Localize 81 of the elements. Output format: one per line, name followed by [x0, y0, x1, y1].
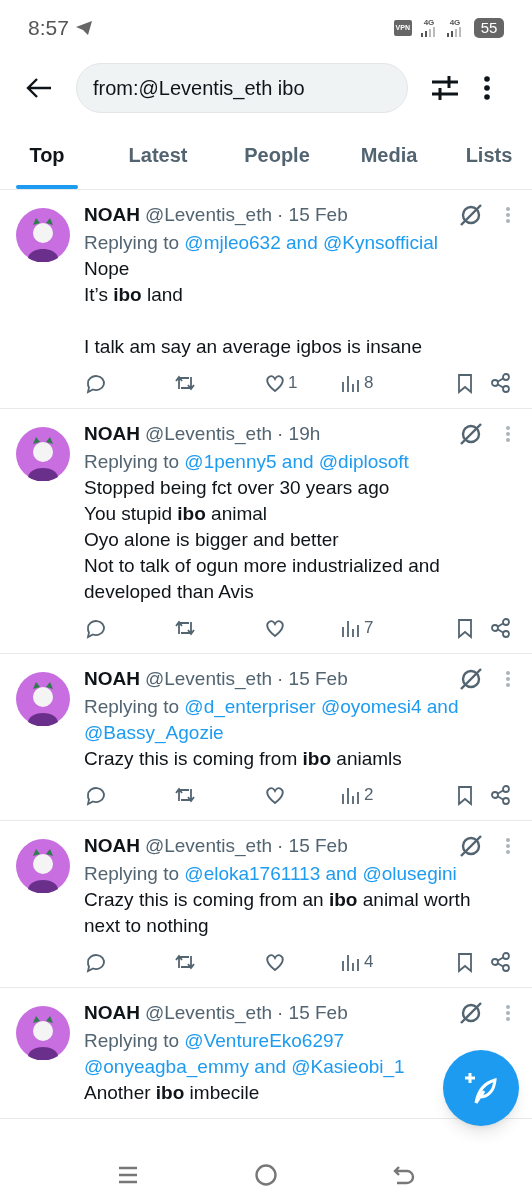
author-name[interactable]: NOAH [84, 200, 140, 230]
author-handle[interactable]: @Leventis_eth [144, 998, 272, 1028]
share-icon [490, 617, 512, 639]
compose-button[interactable] [443, 1050, 519, 1126]
slashed-circle-icon[interactable] [458, 421, 484, 447]
speech-bubble-icon [84, 784, 106, 806]
post-time: · 15 Feb [277, 833, 348, 858]
post-time: · 15 Feb [277, 1000, 348, 1025]
share-icon [490, 784, 512, 806]
author-handle[interactable]: @Leventis_eth [144, 831, 272, 861]
avatar[interactable] [16, 672, 70, 726]
share-button[interactable] [490, 951, 512, 973]
post-time: · 15 Feb [277, 666, 348, 691]
slashed-circle-icon[interactable] [458, 1000, 484, 1026]
more-button[interactable] [482, 73, 492, 103]
heart-icon [264, 784, 286, 806]
views-button[interactable]: 2 [340, 782, 374, 808]
share-button[interactable] [490, 784, 512, 806]
avatar[interactable] [16, 1006, 70, 1060]
post-time: · 15 Feb [277, 202, 348, 227]
speech-bubble-icon [84, 372, 106, 394]
like-button[interactable]: 1 [264, 370, 304, 396]
post-text: Crazy this is coming from an ibo animal worth next to nothing [84, 888, 472, 938]
home-button[interactable] [254, 1163, 278, 1187]
views-button[interactable]: 4 [340, 949, 374, 975]
views-button[interactable]: 7 [340, 615, 374, 641]
reply-button[interactable] [84, 372, 106, 394]
author-handle[interactable]: @Leventis_eth [144, 664, 272, 694]
reply-button[interactable] [84, 784, 106, 806]
heart-icon [264, 951, 286, 973]
author-handle[interactable]: @Leventis_eth [144, 200, 272, 230]
battery-level: 55 [474, 18, 504, 38]
share-button[interactable] [490, 372, 512, 394]
share-icon [490, 372, 512, 394]
tab[interactable]: Latest [94, 120, 222, 189]
share-button[interactable] [490, 617, 512, 639]
post-text: Stopped being fct over 30 years ago You stupid ibo animal Oyo alone is bigger and better Not to talk of ogun more industrialized and developed than Avis [84, 476, 441, 604]
share-icon [490, 951, 512, 973]
reply-context: Replying to @d_enterpriser @oyomesi4 and @Bassy_Agozie [84, 695, 460, 746]
avatar[interactable] [16, 208, 70, 262]
signal-icon [446, 27, 464, 37]
post-time: · 19h [277, 421, 321, 446]
post-text: Another ibo imbecile [84, 1081, 260, 1105]
avatar[interactable] [16, 427, 70, 481]
clock: 8:57 [28, 15, 69, 42]
feather-icon [464, 1071, 498, 1105]
back-nav-button[interactable] [392, 1164, 415, 1186]
menu-button[interactable] [117, 1165, 140, 1185]
tab[interactable]: Media [332, 120, 446, 189]
tab[interactable]: People [222, 120, 332, 189]
network-label: 4G [423, 19, 435, 27]
speech-bubble-icon [84, 951, 106, 973]
filter-button[interactable] [430, 73, 460, 103]
mention-link[interactable]: @oyomesi4 [320, 696, 422, 717]
tab[interactable]: Lists [446, 120, 532, 189]
heart-icon [264, 372, 286, 394]
post-text: Nope It’s ibo land I talk am say an average igbos is insane [84, 257, 422, 359]
post-text: Crazy this is coming from ibo aniamls [84, 747, 402, 771]
slashed-circle-icon[interactable] [458, 833, 484, 859]
author-name[interactable]: NOAH [84, 998, 140, 1028]
reply-button[interactable] [84, 951, 106, 973]
search-field[interactable]: from:@Leventis_eth ibo [76, 63, 408, 113]
author-name[interactable]: NOAH [84, 664, 140, 694]
network-label: 4G [449, 19, 461, 27]
tab[interactable]: Top [0, 120, 94, 189]
reply-context: Replying to @mjleo632 and @Kynsofficial [84, 231, 440, 255]
author-name[interactable]: NOAH [84, 831, 140, 861]
reply-context: Replying to @1penny5 and @diplosoft [84, 450, 410, 474]
speech-bubble-icon [84, 617, 106, 639]
slashed-circle-icon[interactable] [458, 202, 484, 228]
author-name[interactable]: NOAH [84, 419, 140, 449]
avatar[interactable] [16, 839, 70, 893]
paper-plane-icon [74, 20, 93, 36]
heart-icon [264, 617, 286, 639]
author-handle[interactable]: @Leventis_eth [144, 419, 272, 449]
mention-link[interactable]: @onyeagba_emmy [84, 1056, 250, 1077]
reply-context: Replying to @eloka1761113 and @olusegini [84, 862, 458, 886]
reply-button[interactable] [84, 617, 106, 639]
signal-icon [420, 27, 438, 37]
slashed-circle-icon[interactable] [458, 666, 484, 692]
views-button[interactable]: 8 [340, 370, 374, 396]
